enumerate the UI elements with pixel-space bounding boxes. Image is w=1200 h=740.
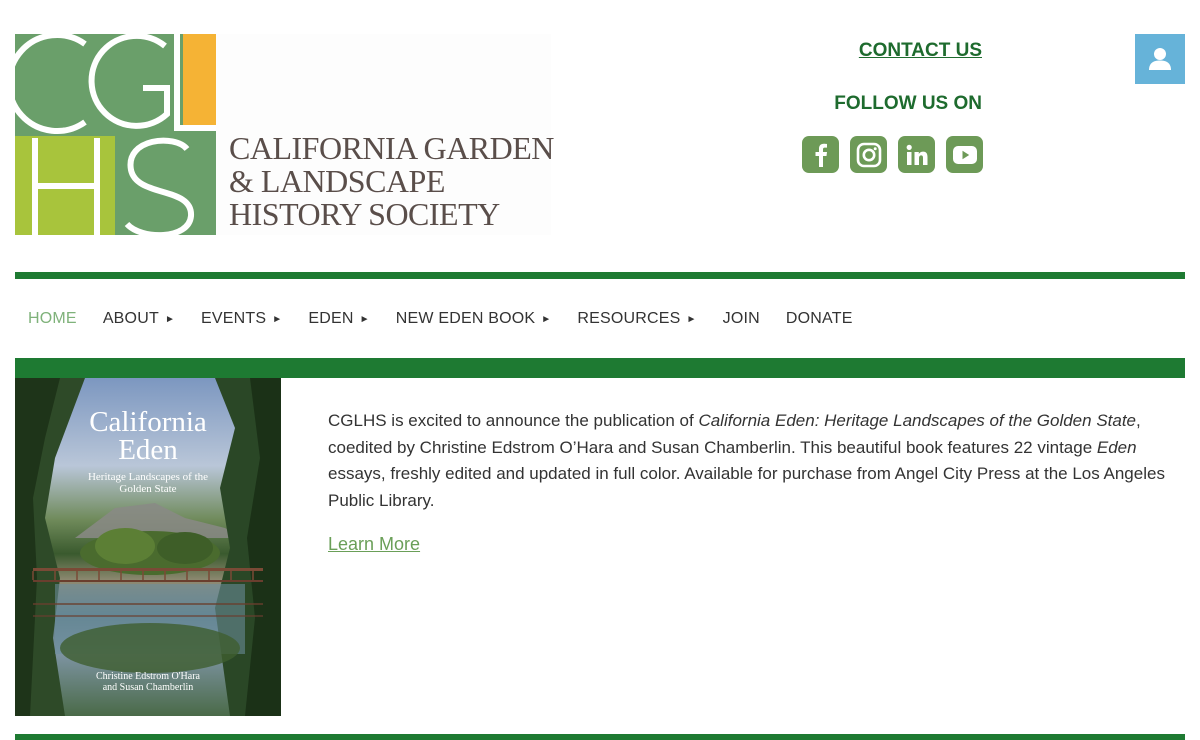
nav-item-donate[interactable]: DONATE [786,310,853,328]
cover-title: California Eden [15,406,281,466]
cover-author-line: Christine Edstrom O'Hara [95,671,200,682]
social-links [802,136,983,173]
logo-mark [15,34,216,235]
nav-item-join[interactable]: JOIN [723,310,760,328]
linkedin-icon[interactable] [898,136,935,173]
cover-subtitle: Heritage Landscapes of the Golden State [15,471,281,495]
main-nav: HOME ABOUT ► EVENTS ► EDEN ► NEW EDEN BOOK ►… [28,308,879,330]
nav-item-label: JOIN [722,310,760,327]
nav-item-label: DONATE [785,310,853,327]
account-button[interactable] [1135,34,1185,84]
nav-item-label: RESOURCES [577,310,681,327]
book-cover-image[interactable]: California Eden Heritage Landscapes of t… [15,378,281,716]
cover-title-line: California [89,406,207,438]
submenu-arrow-icon: ► [272,313,283,325]
nav-item-resources[interactable]: RESOURCES ► [577,310,696,328]
logo-line: HISTORY SOCIETY [229,196,500,232]
logo-line: & LANDSCAPE [229,163,445,199]
site-logo[interactable]: CALIFORNIA GARDEN & LANDSCAPE HISTORY SO… [15,34,554,235]
book-title: California Eden: Heritage Landscapes of … [698,411,1137,430]
cover-authors: Christine Edstrom O'Hara and Susan Chamb… [15,671,281,693]
logo-wordmark: CALIFORNIA GARDEN & LANDSCAPE HISTORY SO… [229,132,554,231]
nav-item-eden[interactable]: EDEN ► [308,310,369,328]
nav-item-label: EVENTS [201,310,267,327]
submenu-arrow-icon: ► [164,313,176,325]
contact-us-link[interactable]: CONTACT US [859,40,982,62]
nav-item-home[interactable]: HOME [28,310,77,328]
nav-item-label: EDEN [308,310,354,327]
cover-subtitle-line: Golden State [119,483,177,495]
announcement-text-part: essays, freshly edited and updated in fu… [328,464,1165,510]
facebook-icon[interactable] [802,136,839,173]
content-divider [15,358,1185,378]
cover-subtitle-line: Heritage Landscapes of the [87,471,209,483]
learn-more-link[interactable]: Learn More [328,534,420,555]
submenu-arrow-icon: ► [686,313,697,325]
user-icon [1149,48,1171,70]
submenu-arrow-icon: ► [359,313,370,325]
announcement-text: CGLHS is excited to announce the publica… [328,408,1183,514]
logo-line: CALIFORNIA GARDEN [229,130,554,166]
nav-item-label: HOME [28,310,77,327]
nav-item-label: NEW EDEN BOOK [395,310,536,327]
nav-item-events[interactable]: EVENTS ► [201,310,282,328]
nav-item-about[interactable]: ABOUT ► [103,310,175,328]
follow-us-label: FOLLOW US ON [834,93,982,114]
eden-title: Eden [1096,437,1137,457]
submenu-arrow-icon: ► [541,313,552,325]
instagram-icon[interactable] [850,136,887,173]
announcement-text-part: CGLHS is excited to announce the publica… [328,411,699,430]
nav-item-new-eden-book[interactable]: NEW EDEN BOOK ► [396,310,552,328]
footer-divider [15,734,1185,740]
cover-title-line: Eden [118,434,178,466]
announcement: CGLHS is excited to announce the publica… [328,408,1183,514]
header-divider [15,272,1185,279]
cover-author-line: and Susan Chamberlin [102,682,194,693]
nav-item-label: ABOUT [102,310,159,327]
youtube-icon[interactable] [946,136,983,173]
